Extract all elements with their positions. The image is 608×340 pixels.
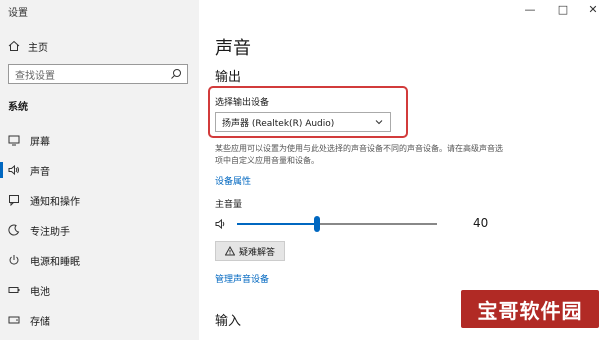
- home-label: 主页: [28, 42, 48, 54]
- speaker-icon: [8, 164, 19, 176]
- window-title: 设置: [8, 8, 28, 19]
- sidebar-item-label: 声音: [30, 166, 50, 178]
- battery-icon: [8, 287, 20, 293]
- sidebar-item-focus-assist[interactable]: 专注助手: [0, 219, 199, 241]
- sidebar-item-home[interactable]: 主页: [8, 36, 48, 56]
- storage-icon: [8, 316, 20, 324]
- main-content: — □ ✕ 声音 输出 选择输出设备 扬声器 (Realtek(R) Audio…: [199, 0, 608, 340]
- sidebar-item-display[interactable]: 屏幕: [0, 129, 199, 151]
- master-volume-label: 主音量: [215, 200, 243, 210]
- power-icon: [9, 255, 19, 265]
- volume-row: 40: [215, 214, 515, 234]
- device-properties-link[interactable]: 设备属性: [215, 174, 251, 187]
- sidebar-item-power-sleep[interactable]: 电源和睡眠: [0, 249, 199, 271]
- section-label-system: 系统: [8, 102, 28, 113]
- output-device-select[interactable]: 扬声器 (Realtek(R) Audio): [215, 112, 391, 132]
- choose-output-device-label: 选择输出设备: [215, 98, 270, 108]
- notification-icon: [9, 195, 19, 206]
- sidebar-item-storage[interactable]: 存储: [0, 309, 199, 331]
- maximize-button[interactable]: □: [549, 0, 577, 20]
- volume-slider-track[interactable]: [237, 216, 437, 232]
- sidebar-item-label: 通知和操作: [30, 196, 80, 208]
- sidebar-item-sound[interactable]: 声音: [0, 159, 199, 181]
- search-placeholder: 查找设置: [15, 70, 55, 82]
- volume-slider-fill: [237, 223, 317, 225]
- volume-slider-thumb[interactable]: [314, 216, 320, 232]
- speaker-icon[interactable]: [215, 218, 227, 230]
- selected-device-value: 扬声器 (Realtek(R) Audio): [222, 118, 335, 129]
- manage-sound-devices-link[interactable]: 管理声音设备: [215, 272, 269, 285]
- sidebar-item-label: 专注助手: [30, 226, 70, 238]
- sidebar-item-label: 电源和睡眠: [30, 256, 80, 268]
- minimize-button[interactable]: —: [516, 0, 544, 20]
- chevron-down-icon: [375, 120, 383, 125]
- moon-icon: [8, 224, 20, 236]
- home-icon: [8, 40, 20, 51]
- page-title: 声音: [215, 38, 251, 59]
- troubleshoot-button[interactable]: 疑难解答: [215, 241, 285, 261]
- watermark: 宝哥软件园: [461, 290, 599, 328]
- output-heading: 输出: [215, 70, 242, 85]
- search-input[interactable]: 查找设置: [8, 64, 188, 84]
- sidebar-item-battery[interactable]: 电池: [0, 279, 199, 301]
- volume-value: 40: [473, 216, 489, 230]
- troubleshoot-label: 疑难解答: [238, 247, 275, 258]
- sidebar-item-label: 电池: [30, 286, 50, 298]
- warning-icon: [224, 246, 235, 256]
- sidebar-item-label: 存储: [30, 316, 50, 328]
- close-button[interactable]: ✕: [579, 0, 607, 20]
- search-icon[interactable]: [170, 68, 182, 80]
- sidebar-item-notifications[interactable]: 通知和操作: [0, 189, 199, 211]
- input-heading: 输入: [215, 314, 242, 329]
- sidebar: 设置 主页 查找设置 系统 屏幕 声音 通知和操作 专注助手 电源和睡眠 电池 …: [0, 0, 199, 340]
- output-description: 某些应用可以设置为使用与此处选择的声音设备不同的声音设备。请在高级声音选项中自定…: [215, 144, 503, 165]
- sidebar-item-label: 屏幕: [30, 136, 50, 148]
- monitor-icon: [8, 135, 20, 146]
